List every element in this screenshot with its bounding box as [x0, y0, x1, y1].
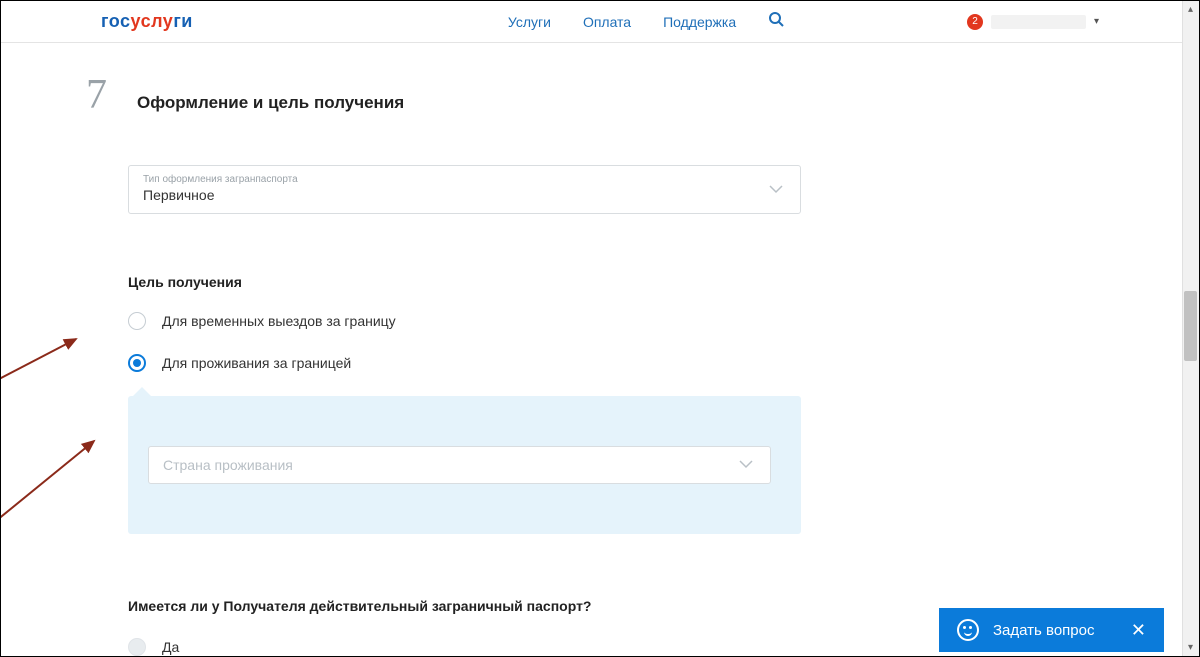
- notification-badge: 2: [967, 14, 983, 30]
- radio-living-abroad[interactable]: Для проживания за границей: [128, 354, 801, 372]
- close-icon[interactable]: ✕: [1131, 620, 1146, 641]
- logo-part2: услу: [131, 11, 174, 31]
- scrollbar-track[interactable]: ▴ ▾: [1182, 1, 1199, 656]
- ask-label: Задать вопрос: [993, 622, 1094, 639]
- radio-temporary-trips[interactable]: Для временных выездов за границу: [128, 312, 801, 330]
- purpose-heading: Цель получения: [128, 274, 801, 290]
- select-value: Первичное: [143, 187, 786, 203]
- country-select[interactable]: Страна проживания: [148, 446, 771, 484]
- site-header: госуслуги Услуги Оплата Поддержка 2 ▾: [1, 1, 1199, 43]
- chevron-down-icon: [738, 456, 754, 474]
- radio-label: Для проживания за границей: [162, 355, 351, 371]
- ask-question-bar[interactable]: Задать вопрос ✕: [939, 608, 1164, 652]
- passport-type-select[interactable]: Тип оформления загранпаспорта Первичное: [128, 165, 801, 214]
- logo-part3: ги: [173, 11, 193, 31]
- select-label: Тип оформления загранпаспорта: [143, 174, 786, 185]
- chevron-down-icon: [768, 181, 784, 199]
- country-panel: Страна проживания: [128, 396, 801, 534]
- step-number: 7: [86, 71, 107, 119]
- nav-payment[interactable]: Оплата: [583, 14, 631, 30]
- chevron-down-icon: ▾: [1094, 16, 1099, 27]
- search-icon[interactable]: [768, 11, 784, 32]
- user-name-placeholder: [991, 15, 1086, 29]
- radio-label: Для временных выездов за границу: [162, 313, 396, 329]
- scroll-down-arrow[interactable]: ▾: [1182, 639, 1199, 656]
- radio-icon: [128, 312, 146, 330]
- existing-passport-radio-group: Да: [128, 638, 801, 656]
- purpose-radio-group: Для временных выездов за границу Для про…: [128, 312, 801, 372]
- user-menu[interactable]: 2 ▾: [967, 14, 1099, 30]
- scroll-up-arrow[interactable]: ▴: [1182, 1, 1199, 18]
- radio-yes[interactable]: Да: [128, 638, 801, 656]
- nav-services[interactable]: Услуги: [508, 14, 551, 30]
- annotation-arrow-2: [0, 433, 106, 533]
- annotation-arrow-1: [0, 331, 91, 401]
- radio-icon-selected: [128, 354, 146, 372]
- existing-passport-question: Имеется ли у Получателя действительный з…: [128, 598, 801, 614]
- nav-support[interactable]: Поддержка: [663, 14, 736, 30]
- logo[interactable]: госуслуги: [101, 11, 193, 32]
- logo-part1: гос: [101, 11, 131, 31]
- radio-icon: [128, 638, 146, 656]
- top-nav: Услуги Оплата Поддержка: [508, 11, 784, 32]
- scrollbar-thumb[interactable]: [1184, 291, 1197, 361]
- select-placeholder: Страна проживания: [163, 457, 756, 473]
- chat-icon: [957, 619, 979, 641]
- form-content: 7 Оформление и цель получения Тип оформл…: [1, 43, 901, 656]
- step-title: Оформление и цель получения: [137, 93, 404, 113]
- radio-label: Да: [162, 639, 179, 655]
